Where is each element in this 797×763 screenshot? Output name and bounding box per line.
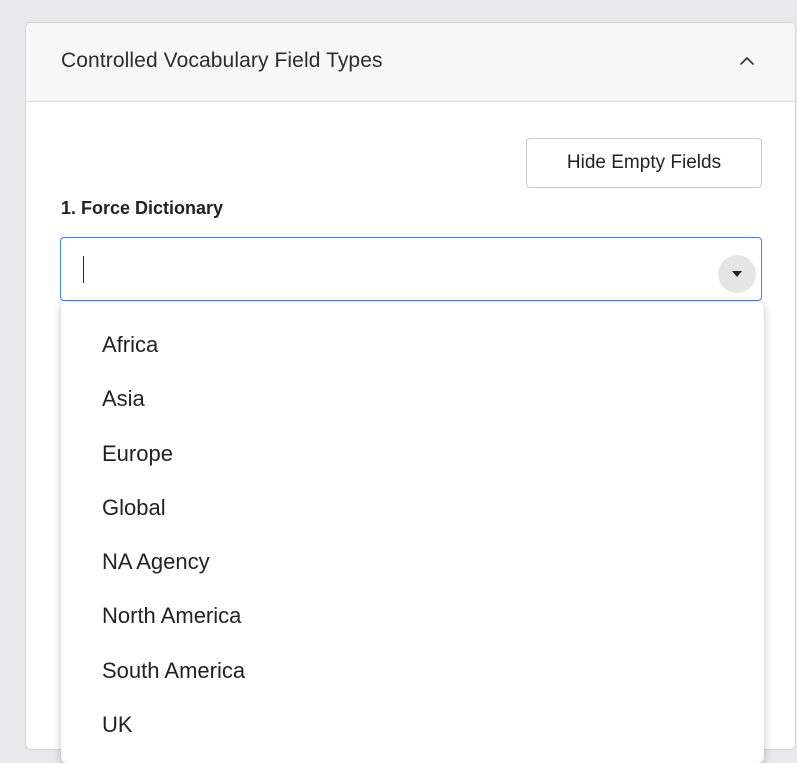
panel-header[interactable]: Controlled Vocabulary Field Types bbox=[26, 23, 795, 102]
hide-empty-fields-button[interactable]: Hide Empty Fields bbox=[526, 138, 762, 188]
option-item[interactable]: Africa bbox=[61, 318, 764, 372]
dropdown-toggle-button[interactable] bbox=[718, 255, 756, 293]
option-item[interactable]: Europe bbox=[61, 427, 764, 481]
force-dictionary-input[interactable] bbox=[73, 250, 689, 288]
caret-down-icon bbox=[732, 271, 742, 277]
options-dropdown: Africa Asia Europe Global NA Agency Nort… bbox=[61, 302, 764, 763]
panel-title: Controlled Vocabulary Field Types bbox=[61, 49, 383, 72]
option-item[interactable]: North America bbox=[61, 589, 764, 643]
force-dictionary-combobox[interactable] bbox=[60, 237, 762, 301]
field-label: 1. Force Dictionary bbox=[61, 198, 224, 218]
option-item[interactable]: Asia bbox=[61, 372, 764, 426]
option-item[interactable]: South America bbox=[61, 644, 764, 698]
option-item[interactable]: UK bbox=[61, 698, 764, 752]
option-item[interactable]: Global bbox=[61, 481, 764, 535]
options-list: Africa Asia Europe Global NA Agency Nort… bbox=[61, 302, 764, 752]
option-item[interactable]: NA Agency bbox=[61, 535, 764, 589]
chevron-up-icon[interactable] bbox=[737, 51, 757, 71]
